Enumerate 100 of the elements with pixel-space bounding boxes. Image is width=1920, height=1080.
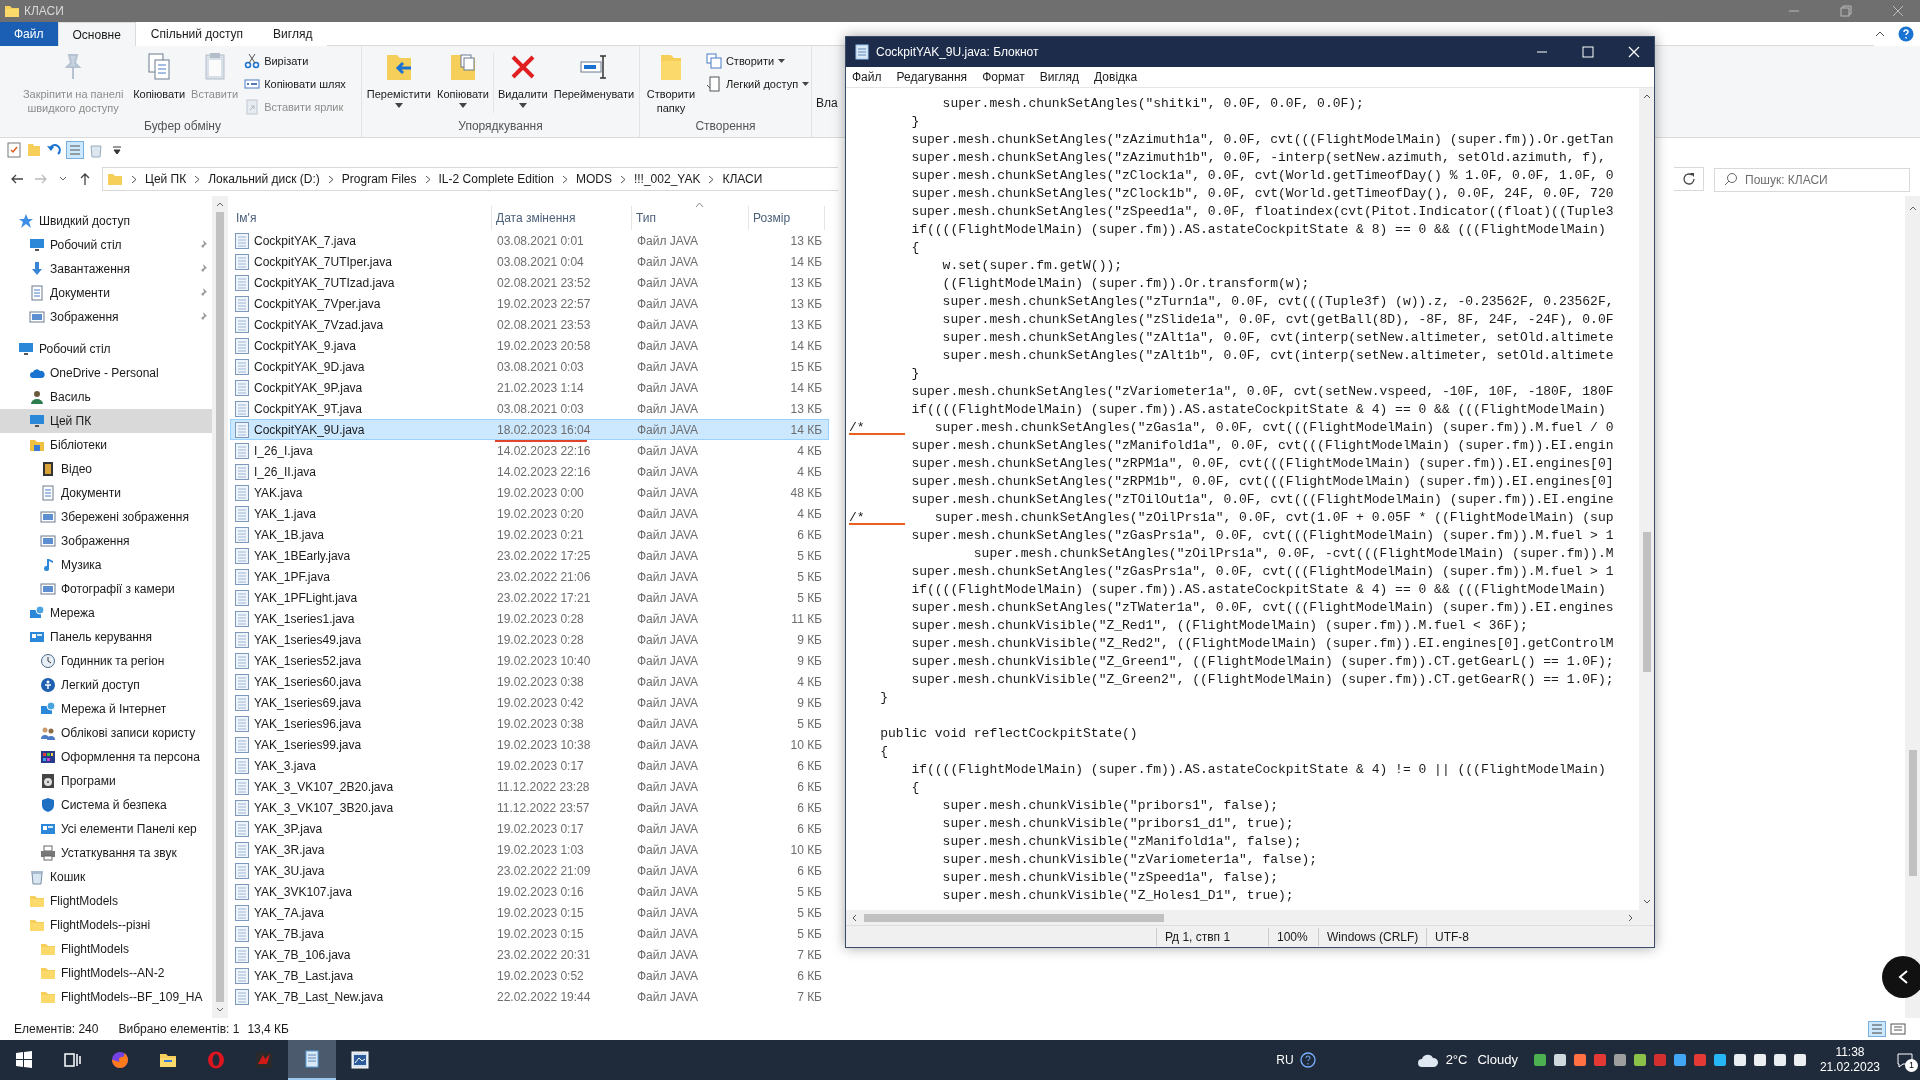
tray-icon[interactable] [1632,1053,1647,1067]
nav-item[interactable]: Робочий стіл [0,337,212,361]
ribbon-button[interactable]: Перемістити [364,49,433,109]
ribbon-tab[interactable]: Вигляд [258,22,328,46]
tray-icon[interactable] [1752,1053,1767,1067]
nav-item[interactable]: Цей ПК [0,409,212,433]
file-row[interactable]: YAK_1series96.java 19.02.2023 0:38 Файл JAVA 5 КБ [230,713,829,734]
taskbar-button[interactable] [288,1040,336,1080]
nav-item[interactable]: Оформлення та персона [0,745,212,769]
search-field[interactable]: Пошук: КЛАСИ [1714,168,1910,192]
menu-item[interactable]: Файл [852,68,882,86]
undo-icon[interactable] [46,142,62,158]
file-row[interactable]: YAK_3_VK107_2B20.java 11.12.2022 23:28 Файл JAVA 6 КБ [230,776,829,797]
ribbon-button[interactable]: Перейменувати [551,49,637,101]
scrollbar[interactable] [1905,196,1920,1018]
ribbon-button[interactable]: Вла [816,94,838,110]
breadcrumb-link[interactable]: MODS [575,170,612,188]
ribbon-tab[interactable]: Спільний доступ [135,22,259,46]
nav-item[interactable]: Відео [0,457,212,481]
file-row[interactable]: YAK_1series49.java 19.02.2023 0:28 Файл JAVA 9 КБ [230,629,829,650]
nav-item[interactable]: Збережені зображення [0,505,212,529]
file-row[interactable]: YAK_1PFLight.java 23.02.2022 17:21 Файл JAVA 5 КБ [230,587,829,608]
menu-item[interactable]: Довідка [1094,68,1138,86]
file-row[interactable]: CockpitYAK_9.java 19.02.2023 20:58 Файл JAVA 14 КБ [230,335,829,356]
file-row[interactable]: CockpitYAK_7.java 03.08.2021 0:01 Файл JAVA 13 КБ [230,230,829,251]
scrollbar-thumb[interactable] [1642,532,1651,672]
breadcrumb-link[interactable]: Цей ПК [145,170,187,188]
nav-item[interactable]: Система й безпека [0,793,212,817]
tray-icon[interactable] [1552,1053,1567,1067]
breadcrumb-link[interactable]: Program Files [341,170,417,188]
file-row[interactable]: YAK_3P.java 19.02.2023 0:17 Файл JAVA 6 КБ [230,818,829,839]
breadcrumb-link[interactable]: IL-2 Complete Edition [438,170,554,188]
nav-item[interactable]: Бібліотеки [0,433,212,457]
ribbon-tab[interactable]: Основне [57,22,136,46]
nav-item[interactable]: Василь [0,385,212,409]
nav-item[interactable]: Швидкий доступ [0,209,212,233]
maximize-icon[interactable] [1582,46,1594,58]
nav-item[interactable]: FlightModels--BF_109_HA [0,985,212,1009]
nav-item[interactable]: Мережа [0,601,212,625]
menu-item[interactable]: Формат [982,68,1025,86]
file-row[interactable]: YAK_3U.java 23.02.2022 21:09 Файл JAVA 6 КБ [230,860,829,881]
weather-widget[interactable]: 2°C Cloudy [1415,1050,1518,1070]
file-row[interactable]: YAK_3VK107.java 19.02.2023 0:16 Файл JAVA 5 КБ [230,881,829,902]
tray-icon[interactable] [1732,1053,1747,1067]
ribbon-tab[interactable]: Файл [0,22,58,46]
file-row[interactable]: CockpitYAK_9P.java 21.02.2023 1:14 Файл JAVA 14 КБ [230,377,829,398]
file-row[interactable]: I_26_II.java 14.02.2023 22:16 Файл JAVA 4 КБ [230,461,829,482]
file-row[interactable]: YAK_7A.java 19.02.2023 0:15 Файл JAVA 5 КБ [230,902,829,923]
tray-icon[interactable] [1672,1053,1687,1067]
nav-item[interactable]: Панель керування [0,625,212,649]
file-row[interactable]: YAK_7B.java 19.02.2023 0:15 Файл JAVA 5 КБ [230,923,829,944]
ribbon-button[interactable]: Вирізати [242,51,348,71]
nav-item[interactable]: Документи [0,281,212,305]
nav-item[interactable]: Програми [0,769,212,793]
file-row[interactable]: CockpitYAK_9T.java 03.08.2021 0:03 Файл JAVA 13 КБ [230,398,829,419]
nav-item[interactable]: Кошик [0,865,212,889]
nav-item[interactable]: FlightModels--AN-2 [0,961,212,985]
file-row[interactable]: YAK_7B_106.java 23.02.2022 20:31 Файл JAVA 7 КБ [230,944,829,965]
column-header[interactable]: Дата змінення [492,206,632,230]
file-row[interactable]: YAK_1.java 19.02.2023 0:20 Файл JAVA 4 КБ [230,503,829,524]
ribbon-button[interactable]: Легкий доступ [703,74,812,94]
nav-item[interactable]: Робочий стіл [0,233,212,257]
help-icon[interactable] [1299,1052,1316,1068]
properties-check-icon[interactable] [6,142,22,158]
refresh-button[interactable] [1674,167,1704,191]
nav-item[interactable]: Годинник та регіон [0,649,212,673]
ribbon-button[interactable]: Копіювати шлях [242,74,348,94]
notification-button[interactable]: 1 [1890,1040,1920,1080]
ribbon-button[interactable]: Створити папку [639,49,702,115]
file-row[interactable]: YAK_1series52.java 19.02.2023 10:40 Файл JAVA 9 КБ [230,650,829,671]
file-row[interactable]: YAK_1B.java 19.02.2023 0:21 Файл JAVA 6 КБ [230,524,829,545]
file-row[interactable]: YAK_1PF.java 23.02.2022 21:06 Файл JAVA 5 КБ [230,566,829,587]
nav-item[interactable]: OneDrive - Personal [0,361,212,385]
ribbon-button[interactable]: Видалити [495,49,550,109]
column-header[interactable]: Ім'я [230,206,492,230]
scrollbar[interactable] [846,910,1654,925]
menu-item[interactable]: Редагування [896,68,968,86]
file-row[interactable]: CockpitYAK_7UTIper.java 03.08.2021 0:04 Файл JAVA 14 КБ [230,251,829,272]
file-row[interactable]: YAK_3_VK107_3B20.java 11.12.2022 23:57 Файл JAVA 6 КБ [230,797,829,818]
file-row[interactable]: YAK_1series60.java 19.02.2023 0:38 Файл JAVA 4 КБ [230,671,829,692]
nav-item[interactable]: Легкий доступ [0,673,212,697]
file-row[interactable]: CockpitYAK_7Vzad.java 02.08.2021 23:53 Файл JAVA 13 КБ [230,314,829,335]
nav-item[interactable]: Завантаження [0,257,212,281]
file-row[interactable]: CockpitYAK_7UTIzad.java 02.08.2021 23:52 Файл JAVA 13 КБ [230,272,829,293]
nav-item[interactable]: FlightModels--різні [0,913,212,937]
file-row[interactable]: YAK_1series1.java 19.02.2023 0:28 Файл JAVA 11 КБ [230,608,829,629]
column-header[interactable]: Тип [632,206,749,230]
nav-item[interactable]: Мережа й Інтернет [0,697,212,721]
tray-icon[interactable] [1712,1053,1727,1067]
help-icon[interactable] [1898,26,1914,42]
tiles-view-icon[interactable] [1890,1022,1906,1036]
scrollbar[interactable] [212,196,228,1018]
breadcrumb-link[interactable]: КЛАСИ [722,170,763,188]
tray-icon[interactable] [1612,1053,1627,1067]
file-row[interactable]: YAK_3.java 19.02.2023 0:17 Файл JAVA 6 КБ [230,755,829,776]
menu-item[interactable]: Вигляд [1039,68,1080,86]
nav-item[interactable]: FlightModels [0,889,212,913]
nav-item[interactable]: Документи [0,481,212,505]
nav-item[interactable]: Устаткування та звук [0,841,212,865]
collapse-button[interactable] [1882,956,1920,998]
